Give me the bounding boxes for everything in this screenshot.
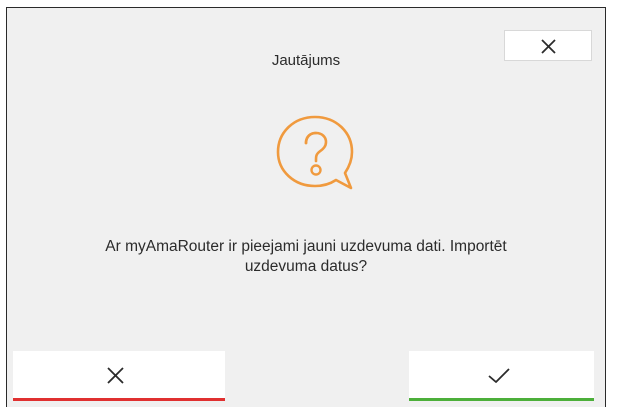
checkmark-icon (488, 368, 510, 383)
close-icon (541, 39, 556, 54)
close-button[interactable] (504, 30, 592, 61)
confirm-button[interactable] (409, 351, 594, 401)
cancel-button[interactable] (13, 351, 225, 401)
message-line-2: uzdevuma datus? (244, 258, 368, 275)
message-line-1: Ar myAmaRouter ir pieejami jauni uzdevum… (105, 238, 507, 255)
dialog-message: Ar myAmaRouter ir pieejami jauni uzdevum… (27, 237, 585, 277)
close-icon (107, 367, 124, 384)
question-speech-bubble-icon (276, 115, 354, 190)
question-dialog: Jautājums Ar myAmaRouter ir pieejami jau… (6, 7, 606, 407)
